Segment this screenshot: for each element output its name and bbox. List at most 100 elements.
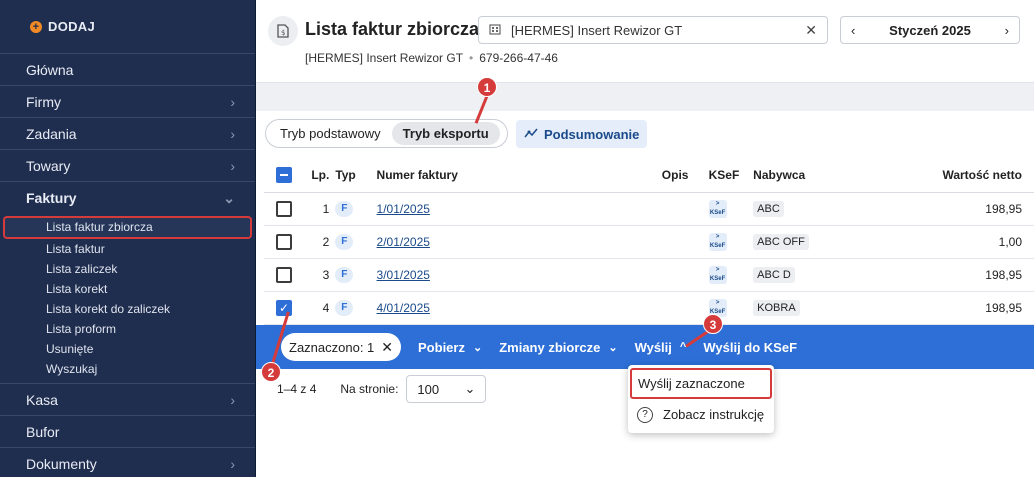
per-page-select[interactable]: 100 ⌄ — [406, 375, 487, 403]
header-ksef: KSeF — [708, 159, 754, 193]
invoice-table: Lp. Typ Numer faktury Opis KSeF Nabywca … — [264, 159, 1034, 325]
content-panel: Tryb podstawowy Tryb eksportu Podsumowan… — [256, 111, 1034, 477]
sidebar-subitem-lista-zaliczek[interactable]: Lista zaliczek — [0, 259, 255, 279]
add-button[interactable]: + DODAJ — [0, 0, 255, 54]
sidebar-item-label: Główna — [26, 61, 74, 78]
sidebar-subitem-lista-korekt-do-zaliczek[interactable]: Lista korekt do zaliczek — [0, 299, 255, 319]
sidebar-item-label: Bufor — [26, 423, 60, 440]
sidebar-item-label: Dokumenty — [26, 455, 97, 472]
bulk-changes-label: Zmiany zbiorcze — [499, 339, 601, 355]
send-selected-item[interactable]: Wyślij zaznaczone — [630, 368, 772, 399]
table-row[interactable]: 2 F 2/01/2025 > KSeF ABC OFF 1,00 — [264, 225, 1034, 259]
table-row[interactable]: 3 F 3/01/2025 > KSeF ABC D 198,95 — [264, 258, 1034, 292]
header-numer[interactable]: Numer faktury — [376, 159, 662, 193]
separator-dot: • — [469, 51, 474, 65]
send-label: Wyślij — [634, 339, 672, 355]
selected-chip[interactable]: Zaznaczono: 1 ✕ — [281, 333, 402, 361]
sidebar-item-firmy[interactable]: Firmy › — [0, 86, 255, 118]
row-checkbox[interactable] — [276, 200, 292, 217]
chevron-right-icon: › — [230, 455, 235, 472]
chevron-down-icon: ⌄ — [223, 189, 235, 206]
row-lp: 4 — [306, 291, 336, 325]
company-select[interactable]: [HERMES] Insert Rewizor GT ✕ — [478, 16, 828, 44]
send-ksef-button[interactable]: Wyślij do KSeF — [703, 340, 797, 355]
invoice-number-link[interactable]: 1/01/2025 — [377, 202, 430, 216]
invoice-number-link[interactable]: 4/01/2025 — [377, 301, 430, 315]
sidebar-subitem-lista-proform[interactable]: Lista proform — [0, 319, 255, 339]
sidebar-subitem-usuniete[interactable]: Usunięte — [0, 339, 255, 359]
sidebar-subitem-lista-korekt[interactable]: Lista korekt — [0, 279, 255, 299]
sidebar-subitem-lista-faktur-zbiorcza[interactable]: Lista faktur zbiorcza — [3, 216, 252, 239]
ksef-icon-label: KSeF — [709, 242, 726, 249]
ksef-icon: > KSeF — [708, 265, 727, 284]
summary-label: Podsumowanie — [544, 126, 640, 142]
instructions-item[interactable]: ? Zobacz instrukcję — [628, 399, 774, 430]
row-checkbox-checked[interactable]: ✓ — [276, 299, 292, 316]
send-dropdown-menu: Wyślij zaznaczone ? Zobacz instrukcję — [628, 365, 774, 433]
header-nabywca[interactable]: Nabywca — [753, 159, 876, 193]
row-opis — [661, 291, 709, 325]
sidebar-item-label: Faktury — [26, 190, 77, 206]
annotation-marker-2: 2 — [261, 362, 281, 382]
sidebar-item-kasa[interactable]: Kasa › — [0, 384, 255, 416]
sidebar-item-towary[interactable]: Towary › — [0, 150, 255, 182]
row-lp: 2 — [306, 225, 336, 259]
row-opis — [661, 225, 709, 259]
mode-switch: Tryb podstawowy Tryb eksportu — [265, 119, 508, 148]
header-lp: Lp. — [306, 159, 336, 193]
table-row[interactable]: 1 F 1/01/2025 > KSeF ABC 198,95 — [264, 192, 1034, 226]
per-page-label: Na stronie: — [340, 382, 399, 396]
ksef-icon: > KSeF — [708, 199, 727, 218]
sidebar-item-label: Kasa — [26, 391, 58, 408]
sidebar-item-zadania[interactable]: Zadania › — [0, 118, 255, 150]
header-gap — [256, 83, 1034, 111]
row-net-value: 198,95 — [875, 258, 1034, 292]
per-page-value: 100 — [417, 381, 440, 397]
sidebar-item-bufor[interactable]: Bufor — [0, 416, 255, 448]
help-icon: ? — [637, 406, 653, 423]
buyer-chip: ABC OFF — [753, 233, 809, 250]
row-net-value: 198,95 — [875, 192, 1034, 226]
header-typ: Typ — [335, 159, 377, 193]
summary-icon — [524, 127, 538, 142]
type-badge: F — [335, 300, 354, 316]
chevron-left-icon[interactable]: ‹ — [851, 23, 855, 38]
select-all-checkbox[interactable] — [276, 167, 292, 184]
table-header-row: Lp. Typ Numer faktury Opis KSeF Nabywca … — [264, 159, 1034, 193]
bulk-changes-button[interactable]: Zmiany zbiorcze ⌄ — [499, 340, 617, 355]
mode-export-option[interactable]: Tryb eksportu — [391, 122, 500, 145]
sidebar-item-glowna[interactable]: Główna — [0, 54, 255, 86]
chevron-up-icon: ^ — [679, 341, 687, 353]
summary-button[interactable]: Podsumowanie — [516, 120, 648, 148]
sidebar-item-label: Towary — [26, 157, 71, 174]
row-lp: 1 — [306, 192, 336, 226]
chevron-right-icon: › — [230, 125, 235, 142]
document-icon: $ — [268, 16, 298, 46]
mode-basic-option[interactable]: Tryb podstawowy — [269, 122, 392, 145]
sidebar-subitem-wyszukaj[interactable]: Wyszukaj — [0, 359, 255, 379]
close-icon[interactable]: ✕ — [381, 339, 393, 356]
type-badge: F — [335, 267, 354, 283]
sidebar-item-faktury[interactable]: Faktury ⌄ — [0, 182, 255, 214]
header-wartosc[interactable]: Wartość netto — [875, 159, 1034, 193]
add-label: DODAJ — [48, 19, 96, 34]
download-button[interactable]: Pobierz ⌄ — [418, 340, 482, 355]
clear-icon[interactable]: ✕ — [805, 22, 817, 39]
month-label: Styczeń 2025 — [889, 22, 971, 38]
month-navigator: ‹ Styczeń 2025 › — [840, 16, 1020, 44]
table-row[interactable]: ✓ 4 F 4/01/2025 > KSeF KOBRA 198,95 — [264, 291, 1034, 325]
select-all-cell — [264, 159, 307, 193]
ksef-icon: > KSeF — [708, 232, 727, 251]
send-button[interactable]: Wyślij ^ — [635, 340, 687, 355]
instructions-label: Zobacz instrukcję — [663, 407, 765, 422]
chevron-right-icon[interactable]: › — [1005, 23, 1009, 38]
chevron-down-icon: ⌄ — [464, 381, 476, 396]
row-checkbox[interactable] — [276, 266, 292, 283]
row-checkbox[interactable] — [276, 233, 292, 250]
invoice-number-link[interactable]: 3/01/2025 — [377, 268, 430, 282]
invoice-number-link[interactable]: 2/01/2025 — [377, 235, 430, 249]
chevron-right-icon: › — [230, 157, 235, 174]
sidebar-item-label: Zadania — [26, 125, 77, 142]
sidebar-subitem-lista-faktur[interactable]: Lista faktur — [0, 239, 255, 259]
sidebar-item-dokumenty[interactable]: Dokumenty › — [0, 448, 255, 477]
